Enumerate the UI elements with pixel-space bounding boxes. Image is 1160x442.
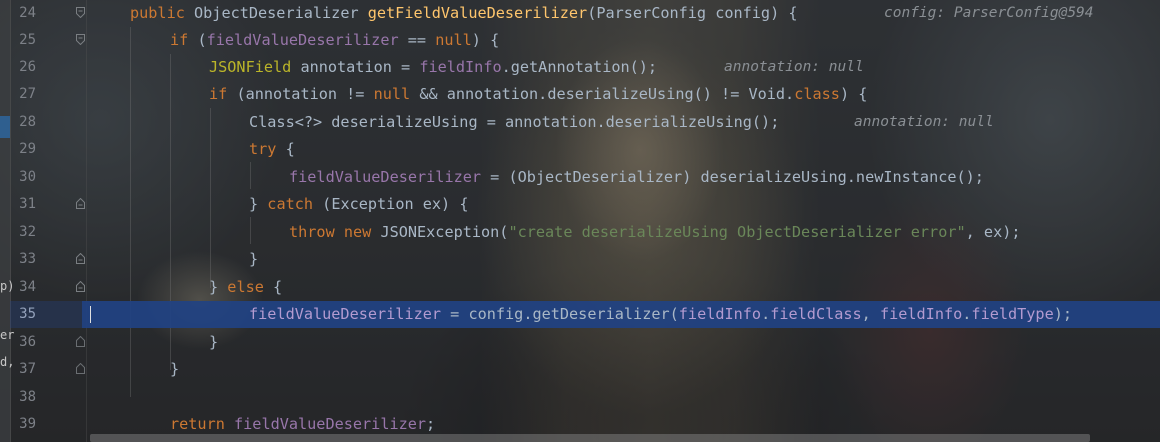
fold-marker-icon[interactable]	[76, 363, 85, 374]
line-number[interactable]: 31	[10, 191, 36, 218]
code-text: }	[170, 360, 180, 378]
code-text: }	[209, 333, 219, 351]
line-number[interactable]: 39	[10, 411, 36, 438]
project-panel-selected-row[interactable]	[0, 116, 10, 138]
code-editor[interactable]: 24 public ObjectDeserializer getFieldVal…	[10, 0, 1160, 433]
line-number[interactable]: 26	[10, 54, 36, 81]
code-line[interactable]: 36 }	[10, 329, 1160, 356]
line-number[interactable]: 24	[10, 0, 36, 27]
code-line[interactable]: 29 try {	[10, 136, 1160, 163]
code-line[interactable]: 32 throw new JSONException("create deser…	[10, 219, 1160, 246]
code-line[interactable]: 26 JSONField annotation = fieldInfo.getA…	[10, 54, 1160, 81]
fold-marker-icon[interactable]	[76, 336, 85, 347]
code-text: }	[249, 250, 259, 268]
string-literal: "create deserializeUsing ObjectDeseriali…	[508, 223, 966, 241]
code-text: JSONField annotation = fieldInfo.getAnno…	[209, 58, 676, 76]
line-number[interactable]: 27	[10, 81, 36, 108]
code-line[interactable]: 34 } else {	[10, 274, 1160, 301]
code-text: if (fieldValueDeserilizer == null) {	[170, 31, 500, 49]
code-text: } catch (Exception ex) {	[249, 195, 469, 213]
code-text: fieldValueDeserilizer = (ObjectDeseriali…	[289, 168, 984, 186]
fold-marker-icon[interactable]	[76, 253, 85, 264]
code-line[interactable]	[10, 301, 82, 328]
line-number[interactable]: 25	[10, 27, 36, 54]
code-line[interactable]: 31 } catch (Exception ex) {	[10, 191, 1160, 218]
code-line[interactable]: 28 Class<?> deserializeUsing = annotatio…	[10, 109, 1160, 136]
fold-marker-icon[interactable]	[76, 7, 85, 18]
code-line[interactable]: 38	[10, 384, 1160, 411]
line-number[interactable]: 32	[10, 219, 36, 246]
inline-debug-hint: annotation: null	[724, 59, 864, 75]
line-number[interactable]: 33	[10, 246, 36, 273]
horizontal-scrollbar[interactable]	[90, 434, 1090, 442]
line-number[interactable]: 28	[10, 109, 36, 136]
code-text: } else {	[209, 278, 283, 296]
code-text: throw new JSONException("create deserial…	[289, 223, 1021, 241]
code-text: try {	[249, 140, 295, 158]
line-number[interactable]: 34	[10, 274, 36, 301]
line-number[interactable]: 29	[10, 136, 36, 163]
code-line[interactable]: 37 }	[10, 356, 1160, 383]
fold-marker-icon[interactable]	[76, 34, 85, 45]
inline-debug-hint: config: ParserConfig@594	[884, 5, 1094, 21]
code-text: public ObjectDeserializer getFieldValueD…	[130, 4, 816, 22]
fold-marker-icon[interactable]	[76, 281, 85, 292]
line-number[interactable]: 38	[10, 384, 36, 411]
inline-debug-hint: annotation: null	[854, 114, 994, 130]
code-text: fieldValueDeserilizer = config.getDeseri…	[249, 305, 1073, 323]
code-text: if (annotation != null && annotation.des…	[209, 85, 868, 103]
line-number[interactable]: 36	[10, 329, 36, 356]
line-number[interactable]: 30	[10, 164, 36, 191]
code-line[interactable]: 27 if (annotation != null && annotation.…	[10, 81, 1160, 108]
fold-marker-icon[interactable]	[76, 198, 85, 209]
code-line[interactable]: 24 public ObjectDeserializer getFieldVal…	[10, 0, 1160, 27]
code-line[interactable]: 25 if (fieldValueDeserilizer == null) {	[10, 27, 1160, 54]
code-line[interactable]: 33 }	[10, 246, 1160, 273]
code-line[interactable]: 30 fieldValueDeserilizer = (ObjectDeseri…	[10, 164, 1160, 191]
code-text: Class<?> deserializeUsing = annotation.d…	[249, 113, 798, 131]
text-caret	[90, 306, 91, 323]
execution-point-line[interactable]: 35 fieldValueDeserilizer = config.getDes…	[19, 301, 1160, 328]
line-number[interactable]: 37	[10, 356, 36, 383]
